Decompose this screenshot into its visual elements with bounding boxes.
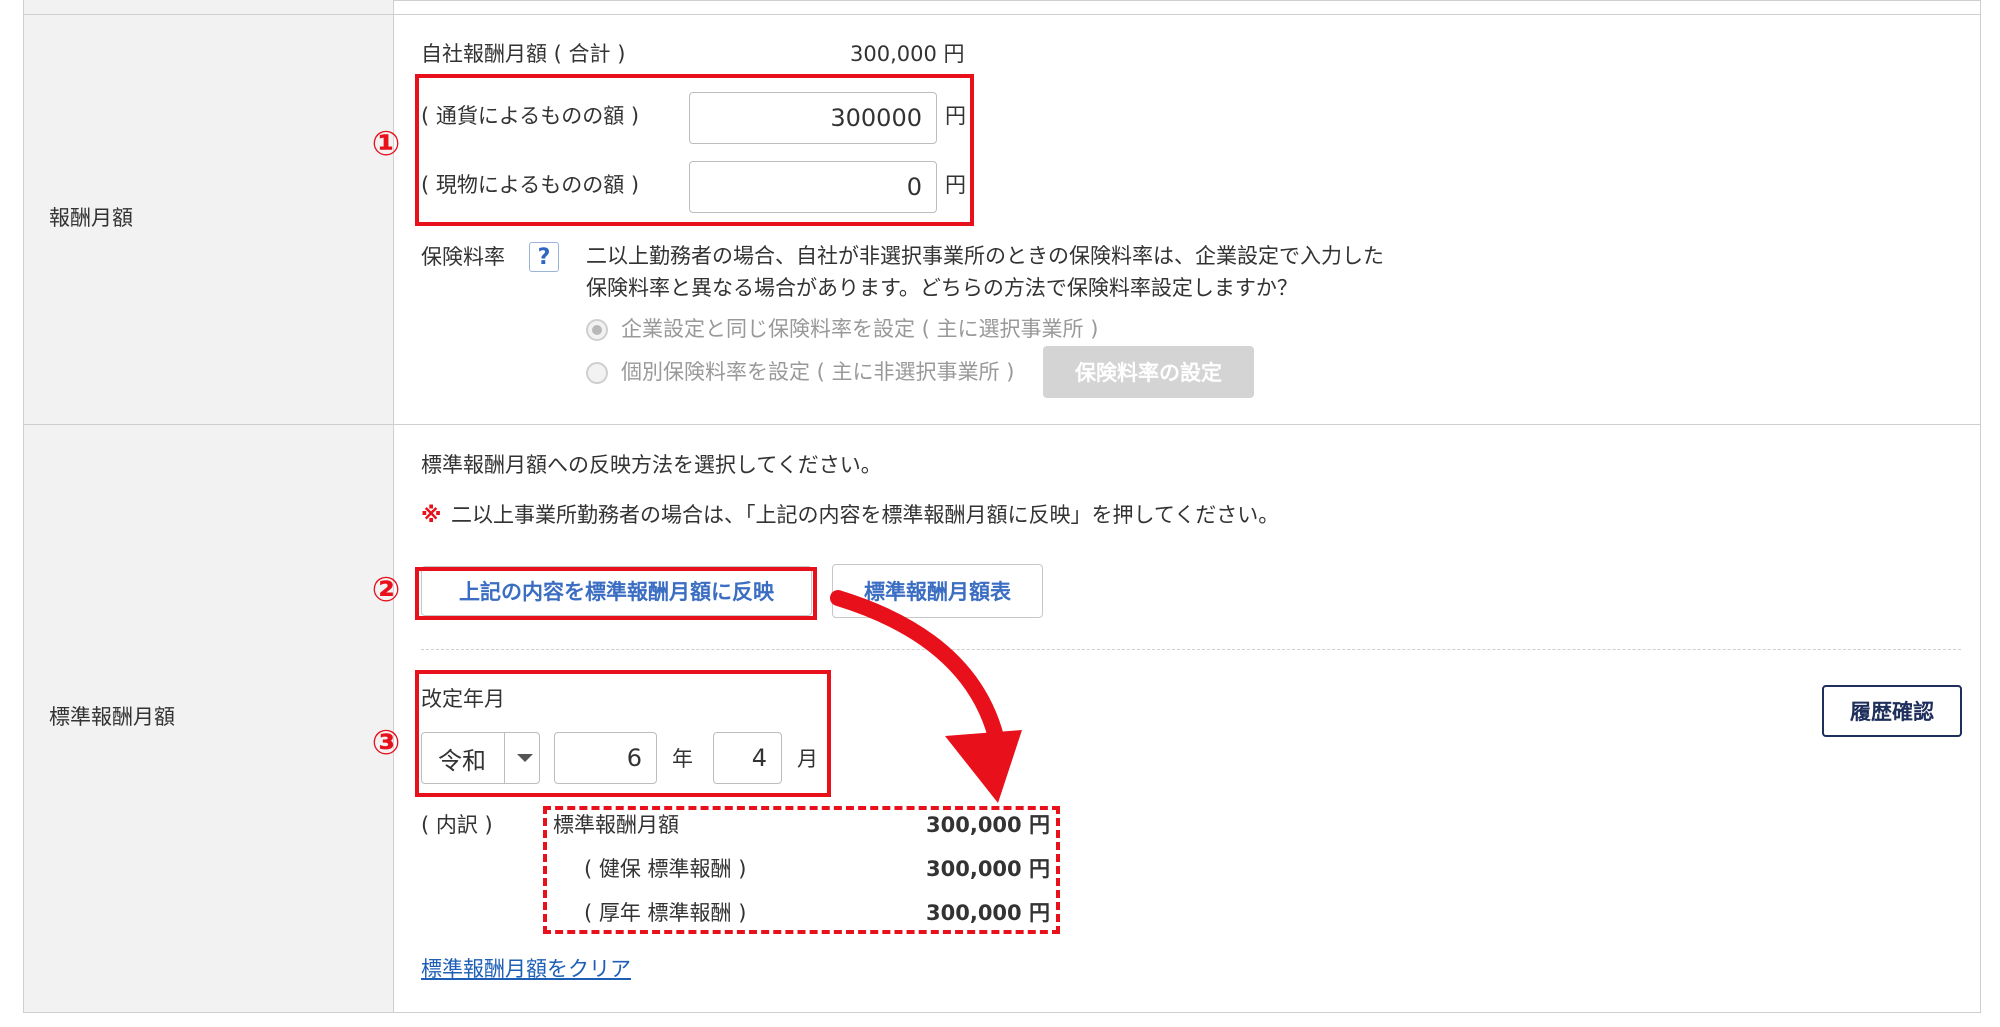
arrow-shaft <box>830 590 1006 753</box>
annotation-arrow <box>830 590 1022 803</box>
arrow-head <box>945 730 1022 803</box>
